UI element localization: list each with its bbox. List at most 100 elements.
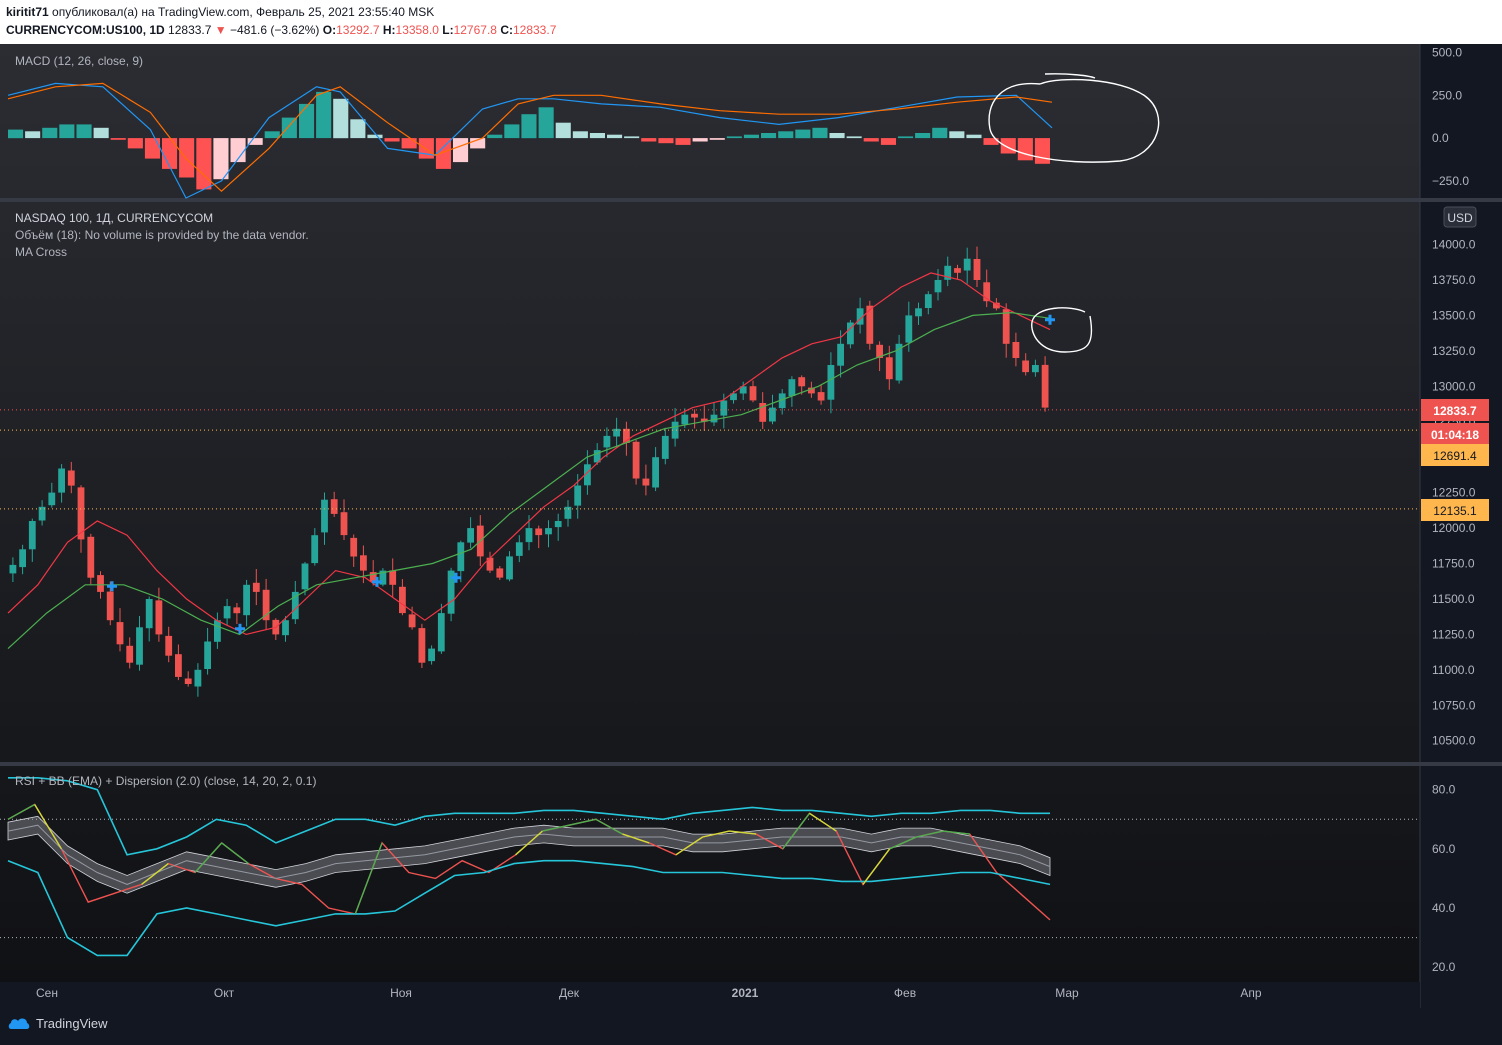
macd-title: MACD (12, 26, close, 9) bbox=[15, 54, 143, 68]
symbol-name[interactable]: CURRENCYCOM:US100, 1D bbox=[6, 23, 165, 37]
candle-body bbox=[1002, 309, 1010, 344]
rsi-tick-label: 40.0 bbox=[1432, 901, 1456, 915]
candle-body bbox=[155, 600, 163, 635]
macd-histogram-bar bbox=[162, 138, 178, 169]
candle-body bbox=[408, 614, 416, 628]
macd-histogram-bar bbox=[675, 138, 691, 145]
low-label: L: bbox=[442, 23, 454, 37]
volume-note: Объём (18): No volume is provided by the… bbox=[15, 228, 309, 242]
high-value: 13358.0 bbox=[395, 23, 439, 37]
candle-body bbox=[437, 613, 445, 652]
candle-body bbox=[19, 549, 26, 568]
publish-info: опубликовал(а) на TradingView.com, Февра… bbox=[52, 5, 435, 19]
macd-histogram-bar bbox=[367, 134, 383, 139]
macd-histogram-bar bbox=[401, 138, 417, 149]
macd-histogram-bar bbox=[829, 133, 845, 139]
brand-name: TradingView bbox=[36, 1015, 108, 1031]
candle-body bbox=[97, 575, 104, 592]
candle-body bbox=[282, 620, 289, 636]
price-change: −481.6 (−3.62%) bbox=[230, 23, 320, 37]
candle-body bbox=[301, 563, 309, 590]
candle-body bbox=[340, 512, 348, 536]
cloud-icon bbox=[8, 1018, 30, 1029]
candle-body bbox=[710, 414, 718, 423]
price-tick-label: 11250.0 bbox=[1432, 627, 1475, 641]
candle-body bbox=[1032, 365, 1039, 373]
candle-body bbox=[681, 414, 689, 425]
candle-body bbox=[87, 536, 95, 578]
tradingview-logo[interactable]: TradingView bbox=[8, 1015, 108, 1031]
candle-body bbox=[545, 528, 552, 535]
candle-body bbox=[204, 641, 211, 669]
macd-histogram-bar bbox=[213, 138, 229, 180]
chart-header: kiritit71 опубликовал(а) на TradingView.… bbox=[0, 0, 1502, 44]
macd-histogram-bar bbox=[196, 138, 212, 190]
macd-histogram-bar bbox=[761, 133, 777, 139]
price-tick-label: 12000.0 bbox=[1432, 521, 1476, 535]
candle-body bbox=[350, 537, 358, 557]
price-tick-label: 13250.0 bbox=[1432, 344, 1476, 358]
rsi-tick-label: 60.0 bbox=[1432, 842, 1456, 856]
rsi-tick-label: 80.0 bbox=[1432, 783, 1456, 797]
last-price-tag-text: 12833.7 bbox=[1433, 404, 1477, 418]
candle-body bbox=[817, 392, 825, 401]
price-tick-label: 13000.0 bbox=[1432, 379, 1476, 393]
candle-body bbox=[554, 521, 562, 528]
macd-histogram-bar bbox=[949, 131, 965, 139]
candle-body bbox=[389, 570, 397, 585]
candle-body bbox=[321, 499, 328, 533]
candle-body bbox=[58, 468, 65, 493]
candle-body bbox=[691, 413, 698, 418]
macd-histogram-bar bbox=[521, 114, 537, 139]
macd-histogram-bar bbox=[1017, 138, 1033, 161]
macd-histogram-bar bbox=[127, 138, 143, 149]
candle-body bbox=[963, 258, 971, 271]
candle-body bbox=[399, 586, 406, 614]
level1-tag-text: 12691.4 bbox=[1433, 449, 1477, 463]
candle-body bbox=[136, 627, 143, 665]
rsi-tick-label: 20.0 bbox=[1432, 960, 1456, 974]
macd-tick-label: 250.0 bbox=[1432, 88, 1462, 102]
candle-body bbox=[973, 259, 981, 280]
candle-body bbox=[223, 606, 231, 619]
high-label: H: bbox=[382, 23, 396, 37]
macd-histogram-bar bbox=[299, 103, 315, 139]
macd-histogram-bar bbox=[743, 134, 759, 139]
candle-body bbox=[126, 645, 134, 663]
macd-histogram-bar bbox=[692, 138, 708, 142]
candle-body bbox=[535, 528, 543, 536]
candle-body bbox=[506, 556, 513, 580]
open-label: O: bbox=[322, 23, 337, 37]
macd-histogram-bar bbox=[726, 136, 742, 139]
macd-histogram-bar bbox=[59, 124, 75, 139]
time-axis: Сен Окт Ноя Дек 2021 Фев Мар Апр bbox=[0, 982, 1420, 1008]
price-tick-label: 14000.0 bbox=[1432, 238, 1476, 252]
candle-body bbox=[924, 294, 932, 308]
candle-body bbox=[360, 555, 367, 571]
macd-histogram-bar bbox=[42, 127, 58, 139]
macd-tick-label: 0.0 bbox=[1432, 131, 1449, 145]
macd-histogram-bar bbox=[8, 129, 24, 139]
level2-tag-text: 12135.1 bbox=[1433, 504, 1477, 518]
price-tick-label: 10500.0 bbox=[1432, 734, 1476, 748]
candle-body bbox=[1041, 364, 1049, 408]
candle-body bbox=[515, 542, 523, 556]
price-tick-label: 11750.0 bbox=[1432, 557, 1475, 571]
author-name[interactable]: kiritit71 bbox=[6, 5, 49, 19]
time-tick-label: Фев bbox=[894, 986, 916, 1000]
macd-histogram-bar bbox=[1000, 138, 1016, 154]
candle-body bbox=[798, 377, 806, 387]
publish-line: kiritit71 опубликовал(а) на TradingView.… bbox=[6, 5, 434, 19]
time-tick-label: Дек bbox=[559, 986, 580, 1000]
candle-body bbox=[915, 308, 922, 317]
time-tick-label: Ноя bbox=[390, 986, 412, 1000]
price-tick-label: 10750.0 bbox=[1432, 698, 1476, 712]
countdown-tag-text: 01:04:18 bbox=[1431, 428, 1479, 442]
macd-histogram-bar bbox=[932, 127, 948, 139]
macd-histogram-bar bbox=[1034, 138, 1050, 164]
chart-canvas[interactable]: 500.0 250.0 0.0 −250.0 14000.0 13750.0 13500.… bbox=[0, 44, 1502, 1008]
down-arrow-icon: ▼ bbox=[214, 23, 227, 37]
macd-histogram-bar bbox=[607, 134, 623, 139]
macd-histogram-bar bbox=[555, 122, 571, 139]
macd-histogram-bar bbox=[863, 138, 879, 142]
